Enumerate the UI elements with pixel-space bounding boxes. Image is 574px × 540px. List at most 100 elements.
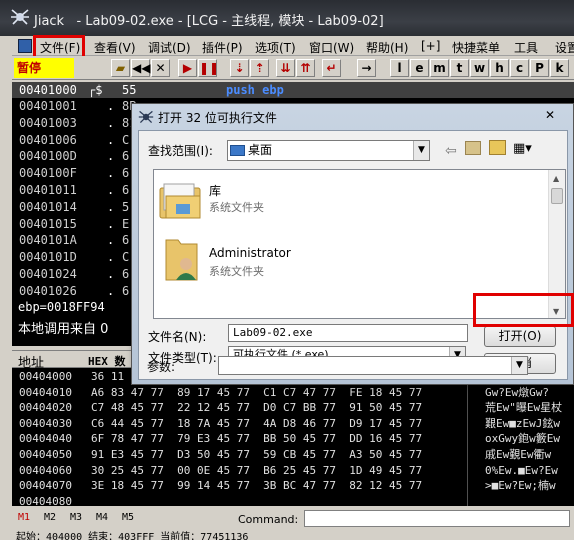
disasm-row[interactable]: 00401026. 6 [12,283,142,299]
disasm-row[interactable]: 00401015. E [12,216,142,232]
administrator-sub: 系统文件夹 [209,265,264,278]
step-over-icon[interactable]: ⇡ [250,59,269,77]
dump-header-hex: HEX 数 [88,355,126,368]
menu-help[interactable]: 帮助(H) [366,39,408,56]
disasm-mark: . [107,99,115,113]
disasm-row-current[interactable]: 00401000 ┌$ 55 push ebp [12,82,312,98]
toolbar-letter-m[interactable]: m [430,59,449,77]
toolbar-letter-p[interactable]: P [530,59,549,77]
execute-till-return-icon[interactable]: ↵ [322,59,341,77]
go-to-icon[interactable]: → [357,59,376,77]
disasm-row[interactable]: 00401011. 6 [12,182,142,198]
toolbar-letter-e[interactable]: e [410,59,429,77]
toolbar-letter-c[interactable]: c [510,59,529,77]
command-input[interactable] [304,510,570,527]
disasm-mark: . [107,166,115,181]
disasm-row[interactable]: 00401024. 6 [12,266,142,282]
hex-address: 00404030 [19,416,72,430]
menu-bar: 文件(F) 查看(V) 调试(D) 插件(P) 选项(T) 窗口(W) 帮助(H… [12,36,574,56]
menu-view[interactable]: 查看(V) [94,39,136,56]
disasm-address: 00401015 [19,216,77,231]
rewind-icon[interactable]: ◀◀ [131,59,150,77]
toolbar-letter-w[interactable]: w [470,59,489,77]
menu-shortcut[interactable]: 快捷菜单 [452,39,500,56]
filename-input[interactable]: Lab09-02.exe [228,324,468,342]
disasm-row[interactable]: 00401001. 8B [12,98,142,114]
menu-window[interactable]: 窗口(W) [309,39,354,56]
lookin-value: 桌面 [248,143,273,157]
user-folder-icon [165,239,198,281]
toolbar-letter-l[interactable]: l [390,59,409,77]
open-file-dialog: 打开 32 位可执行文件 ✕ 查找范围(I): 桌面 ▼ ⇦ ▦▾ 库 系统文件… [131,103,574,385]
toolbar-letter-k[interactable]: k [550,59,569,77]
paused-status: 暂停 [14,58,74,78]
disasm-row[interactable]: 0040100D. 6 [12,148,142,164]
trace-into-icon[interactable]: ⇊ [276,59,295,77]
up-folder-icon[interactable] [465,141,481,155]
view-menu-icon[interactable]: ▦▾ [513,141,532,156]
disasm-row[interactable]: 00401014. 5 [12,199,142,215]
disasm-row[interactable]: 0040101D. C [12,249,142,265]
run-icon[interactable]: ▶ [178,59,197,77]
memory-tab-5[interactable]: M5 [122,512,134,523]
dialog-close-button[interactable]: ✕ [535,106,565,124]
toolbar-letter-t[interactable]: t [450,59,469,77]
lookin-select[interactable]: 桌面 ▼ [227,140,430,161]
menu-tools[interactable]: 工具 [514,39,538,56]
hex-bytes: 3E 18 45 77 99 14 45 77 3B BC 47 77 82 1… [91,479,423,493]
menu-plugins[interactable]: 插件(P) [202,39,243,56]
step-into-icon[interactable]: ⇣ [230,59,249,77]
library-name: 库 [209,184,222,198]
hex-row[interactable]: 00404010 A6 83 47 77 89 17 45 77 C1 C7 47… [19,385,549,400]
open-folder-icon[interactable]: ▰ [111,59,130,77]
disasm-address: 00401024 [19,267,77,281]
memory-tab-4[interactable]: M4 [96,512,108,523]
hex-row[interactable]: 00404000 36 11 [19,369,124,384]
hex-dump-pane[interactable]: 00404000 36 11 00404010 A6 83 47 77 89 17 4… [12,368,574,508]
disasm-bytes: 55 [122,83,137,97]
toolbar-letter-h[interactable]: h [490,59,509,77]
scrollbar-thumb[interactable] [551,188,563,204]
hex-row[interactable]: 00404040 6F 78 47 77 79 E3 45 77 BB 50 45… [19,431,560,446]
menu-debug[interactable]: 调试(D) [148,39,191,56]
disasm-row[interactable]: 0040100F. 6 [12,165,142,181]
list-item-administrator[interactable]: Administrator 系统文件夹 [154,234,549,286]
memory-tab-1[interactable]: M1 [18,512,30,523]
disasm-bytes: C [122,132,130,147]
disasm-bytes: 6 [122,233,130,248]
back-arrow-icon[interactable]: ⇦ [445,143,457,159]
disasm-bytes: C [122,250,130,265]
disasm-bytes: 6 [122,267,130,281]
trace-over-icon[interactable]: ⇈ [296,59,315,77]
hex-row[interactable]: 00404060 30 25 45 77 00 0E 45 77 B6 25 45… [19,463,558,478]
new-folder-icon[interactable] [489,140,506,155]
list-item-library[interactable]: 库 系统文件夹 [154,178,549,228]
menu-options[interactable]: 选项(T) [255,39,296,56]
disasm-mark: . [107,233,115,248]
pause-icon[interactable]: ❚❚ [198,59,219,77]
dialog-body: 查找范围(I): 桌面 ▼ ⇦ ▦▾ 库 系统文件夹 Administrator… [138,130,568,380]
hex-address: 00404010 [19,385,72,399]
args-select[interactable]: ▼ [218,356,528,375]
chevron-down-icon: ▼ [413,141,429,160]
lookin-label: 查找范围(I): [148,144,213,158]
memory-tab-3[interactable]: M3 [70,512,82,523]
disasm-address: 00401000 [19,83,77,97]
disasm-row[interactable]: 0040101A. 6 [12,232,142,248]
hex-row[interactable]: 00404020 C7 48 45 77 22 12 45 77 D0 C7 BB… [19,400,562,415]
hex-bytes: A6 83 47 77 89 17 45 77 C1 C7 47 77 FE 1… [91,385,423,399]
disasm-instruction: push ebp [226,83,284,97]
mdi-window-icon[interactable] [18,39,32,53]
close-icon[interactable]: ✕ [151,59,170,77]
memory-tab-2[interactable]: M2 [44,512,56,523]
chevron-down-icon: ▼ [511,357,527,374]
hex-row[interactable]: 00404070 3E 18 45 77 99 14 45 77 3B BC 47… [19,478,556,493]
disasm-row[interactable]: 00401003. 81 [12,115,142,131]
disasm-row[interactable]: 00401006. C [12,132,142,148]
hex-row[interactable]: 00404030 C6 44 45 77 18 7A 45 77 4A D8 46… [19,416,560,431]
hex-row[interactable]: 00404050 91 E3 45 77 D3 50 45 77 59 CB 45… [19,447,551,462]
disasm-bytes: 6 [122,149,130,164]
menu-settings[interactable]: 设置 [555,39,574,56]
menu-plus[interactable]: [+] [421,39,440,53]
open-button[interactable]: 打开(O) [484,326,556,347]
